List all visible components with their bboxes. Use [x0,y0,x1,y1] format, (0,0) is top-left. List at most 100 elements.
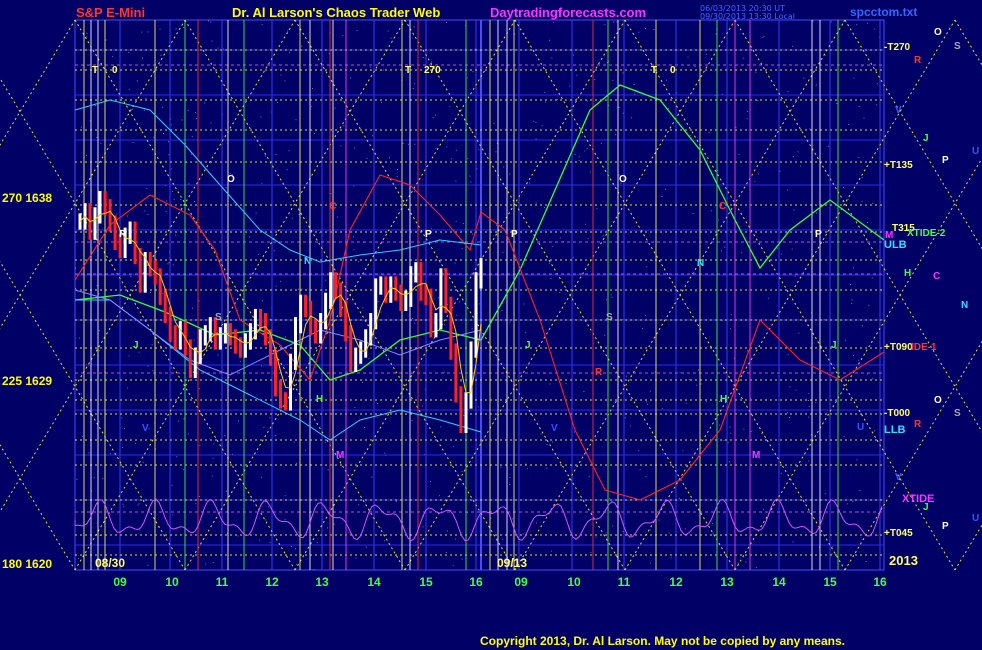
star-dot [381,101,382,103]
star-dot [667,290,669,292]
star-dot [779,170,781,172]
star-dot [439,495,440,497]
star-dot [856,24,858,26]
star-dot [730,432,732,434]
star-dot [533,120,535,122]
star-dot [138,351,140,353]
star-dot [100,142,102,144]
star-dot [503,166,505,168]
star-dot [769,552,771,554]
star-dot [371,135,373,137]
star-dot [205,563,207,565]
star-dot [525,463,527,465]
star-dot [149,292,151,294]
star-dot [551,57,553,59]
star-dot [364,427,366,428]
star-dot [451,158,453,160]
star-dot [574,154,576,156]
star-dot [312,88,313,89]
star-dot [670,290,672,292]
marker-v-a: V [142,423,149,434]
star-dot [455,149,457,151]
star-dot [76,478,78,480]
star-dot [414,143,416,145]
planet-u-1: U [972,146,980,157]
star-dot [798,332,800,334]
planet-o-2: O [934,395,942,406]
planet-s-2: S [954,408,961,419]
star-dot [550,278,552,279]
star-dot [210,21,212,23]
star-dot [807,400,809,401]
star-dot [136,80,138,82]
star-dot [511,518,513,520]
star-dot [640,440,642,442]
star-dot [371,476,373,478]
star-dot [537,534,539,536]
star-dot [168,154,170,156]
star-dot [151,344,153,346]
star-dot [823,242,825,243]
star-dot [93,477,95,479]
star-dot [568,231,570,233]
star-dot [141,31,143,33]
marker-h-a: H [316,394,324,405]
star-dot [810,434,812,436]
star-dot [284,495,286,497]
star-dot [362,307,364,309]
star-dot [678,497,680,499]
star-dot [576,98,578,100]
star-dot [851,302,853,304]
star-dot [301,45,303,47]
star-dot [645,28,646,29]
star-dot [422,57,424,58]
star-dot [644,314,646,316]
marker-o-a: O [227,174,235,185]
star-dot [853,355,854,357]
star-dot [168,289,170,291]
star-dot [502,251,504,253]
star-dot [261,24,263,25]
star-dot [260,476,262,478]
star-dot [85,154,87,156]
star-dot [275,154,277,155]
star-dot [642,328,644,329]
star-dot [651,260,653,262]
star-dot [277,101,278,103]
star-dot [122,446,123,448]
marker-v-b: V [551,423,558,434]
star-dot [188,433,189,435]
star-dot [639,469,641,471]
star-dot [142,57,143,59]
star-dot [867,22,868,24]
star-dot [824,54,826,56]
star-dot [402,142,404,144]
star-dot [843,435,845,437]
star-dot [132,142,134,143]
star-dot [638,31,640,33]
star-dot [261,182,263,184]
star-dot [647,403,648,405]
x-tick-label-right: 16 [873,575,887,589]
line-label-t270: -T270 [884,42,911,53]
star-dot [861,200,863,202]
star-dot [382,69,384,71]
star-dot [384,540,386,542]
planet-n-1: N [961,300,969,311]
planet-v-2: V [895,472,902,483]
star-dot [290,546,292,547]
star-dot [268,506,270,508]
star-dot [455,180,457,182]
fan-line-down [0,444,76,571]
star-dot [688,379,690,381]
star-dot [163,133,164,134]
site-link[interactable]: Daytradingforecasts.com [490,5,646,20]
star-dot [787,91,789,93]
star-dot [255,212,257,214]
star-dot [650,562,651,564]
star-dot [861,177,863,179]
star-dot [445,551,447,553]
star-dot [258,539,260,541]
star-dot [595,536,597,538]
star-dot [728,461,730,463]
